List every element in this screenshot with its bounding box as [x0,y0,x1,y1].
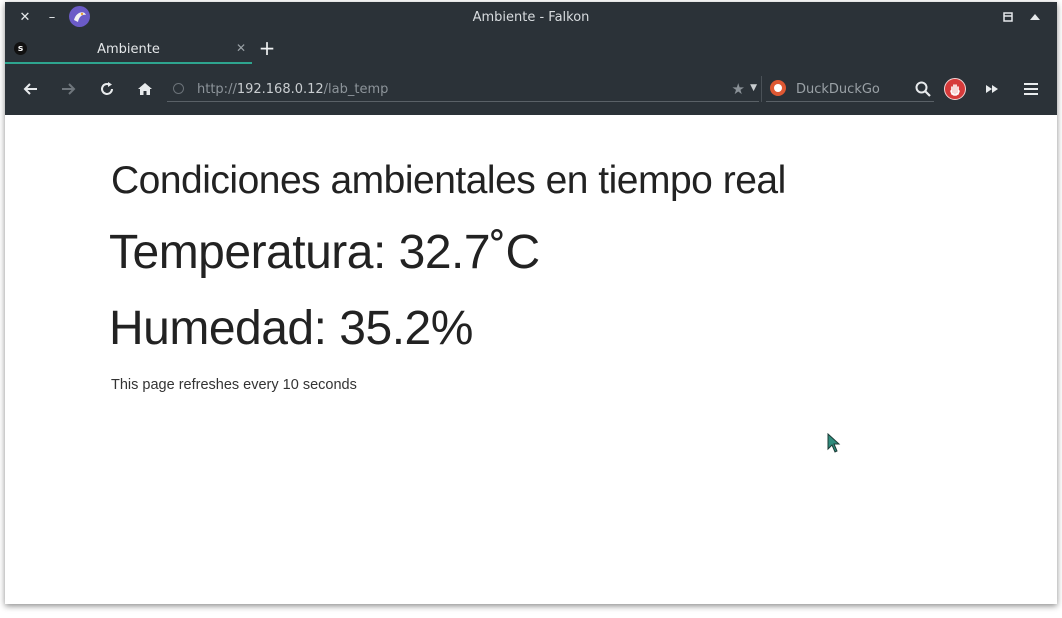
reload-icon[interactable] [96,78,118,100]
refresh-note: This page refreshes every 10 seconds [111,377,357,393]
search-icon[interactable] [914,80,932,98]
mouse-cursor-icon [827,432,841,453]
window-title: Ambiente - Falkon [472,10,590,25]
address-bar[interactable]: http://192.168.0.12/lab_temp ★ ▼ [167,77,759,102]
navigation-toolbar: http://192.168.0.12/lab_temp ★ ▼ DuckDuc… [5,64,1057,115]
search-bar[interactable]: DuckDuckGo [766,77,934,102]
new-tab-button[interactable]: + [257,36,277,60]
tab-label: Ambiente [97,42,160,57]
title-bar: ✕ – Ambiente - Falkon [5,2,1057,33]
adblock-icon[interactable] [944,78,966,100]
url-text[interactable]: http://192.168.0.12/lab_temp [197,82,388,97]
tab-bar: s Ambiente ✕ + [5,33,1057,64]
chevron-down-icon[interactable]: ▼ [750,83,757,93]
toolbar-separator [761,76,762,102]
forward-arrow-icon[interactable] [57,78,79,100]
site-info-icon[interactable] [173,83,184,94]
duckduckgo-icon[interactable] [770,80,786,96]
browser-window: ✕ – Ambiente - Falkon s Ambiente ✕ + htt… [5,2,1057,604]
page-title: Condiciones ambientales en tiempo real [111,159,786,202]
page-content: Condiciones ambientales en tiempo real T… [5,115,1057,604]
url-path: /lab_temp [323,82,389,97]
temperature-reading: Temperatura: 32.7˚C [109,226,540,279]
star-icon[interactable]: ★ [732,80,745,98]
search-engine-placeholder: DuckDuckGo [796,82,880,97]
fast-forward-icon[interactable] [981,78,1003,100]
hamburger-menu-icon[interactable] [1020,78,1042,100]
maximize-icon[interactable] [1026,8,1044,26]
humidity-reading: Humedad: 35.2% [109,302,473,355]
url-host: 192.168.0.12 [236,82,324,97]
tab-ambiente[interactable]: s Ambiente ✕ [5,33,252,64]
restore-icon[interactable] [999,8,1017,26]
tab-close-icon[interactable]: ✕ [236,41,246,55]
home-icon[interactable] [134,78,156,100]
back-arrow-icon[interactable] [20,78,42,100]
url-scheme: http:// [197,82,237,97]
